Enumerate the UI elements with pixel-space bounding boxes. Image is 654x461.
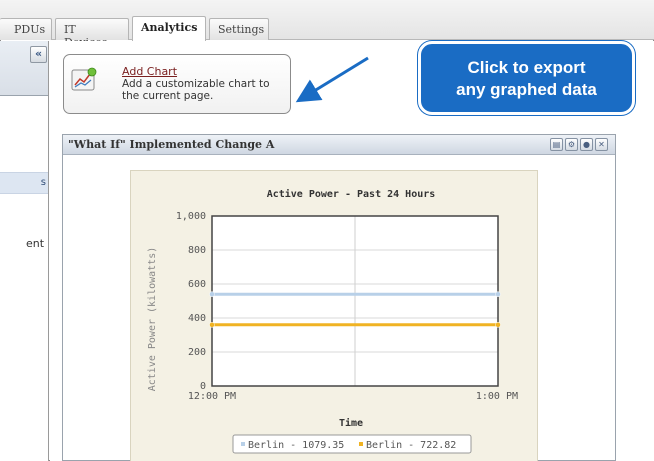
add-chart-link[interactable]: Add Chart bbox=[122, 65, 177, 78]
export-callout: Click to export any graphed data bbox=[418, 41, 635, 115]
active-power-chart: Active Power - Past 24 Hours 02004006008… bbox=[147, 188, 518, 454]
sidebar-item-label: s bbox=[40, 177, 46, 188]
x-axis-label: Time bbox=[339, 417, 363, 429]
sidebar: « s ent bbox=[0, 41, 49, 461]
export-icon[interactable]: ▤ bbox=[550, 138, 563, 151]
legend-swatch bbox=[359, 442, 363, 446]
tab-settings[interactable]: Settings bbox=[209, 18, 269, 40]
y-axis-label: Active Power (kilowatts) bbox=[147, 247, 158, 392]
callout-line-1: Click to export bbox=[467, 58, 586, 77]
chart-container: Active Power - Past 24 Hours 0 200 400 600 8… bbox=[130, 170, 538, 461]
data-point bbox=[495, 322, 501, 328]
chart-legend: Berlin - 1079.35 Berlin - 722.82 bbox=[232, 434, 472, 454]
sidebar-header: « bbox=[0, 41, 48, 96]
tab-it-devices[interactable]: IT Devices bbox=[55, 18, 129, 49]
tab-bar: PDUs IT Devices Analytics Settings bbox=[0, 0, 654, 49]
panel-header: "What If" Implemented Change A ▤ ⚙ ● ✕ bbox=[63, 135, 615, 155]
y-tick-label: 600 bbox=[188, 279, 206, 290]
sidebar-item-label: ent bbox=[26, 237, 45, 250]
close-icon[interactable]: ✕ bbox=[595, 138, 608, 151]
x-tick-label: 12:00 PM bbox=[188, 391, 236, 402]
main-content: Add Chart Add a customizable chart to th… bbox=[50, 41, 654, 461]
data-point bbox=[209, 322, 215, 328]
legend-label: Berlin - 1079.35 bbox=[248, 440, 344, 451]
y-tick-label: 1,000 bbox=[176, 211, 206, 222]
tab-pdus[interactable]: PDUs bbox=[0, 18, 52, 40]
add-chart-icon bbox=[71, 67, 97, 91]
sidebar-item-selected[interactable]: s bbox=[0, 172, 48, 194]
y-tick-label: 200 bbox=[188, 347, 206, 358]
panel-title: "What If" Implemented Change A bbox=[68, 138, 275, 151]
data-point bbox=[495, 291, 501, 297]
y-tick-label: 800 bbox=[188, 245, 206, 256]
settings-icon[interactable]: ⚙ bbox=[565, 138, 578, 151]
add-chart-card[interactable]: Add Chart Add a customizable chart to th… bbox=[63, 54, 291, 114]
collapse-sidebar-button[interactable]: « bbox=[30, 46, 47, 63]
data-point bbox=[209, 291, 215, 297]
chart-title: Active Power - Past 24 Hours bbox=[267, 188, 436, 200]
add-chart-description: Add a customizable chart to the current … bbox=[122, 78, 270, 102]
refresh-icon[interactable]: ● bbox=[580, 138, 593, 151]
chart-panel: "What If" Implemented Change A ▤ ⚙ ● ✕ A… bbox=[62, 134, 616, 461]
y-tick-label: 400 bbox=[188, 313, 206, 324]
legend-label: Berlin - 722.82 bbox=[366, 440, 456, 451]
legend-swatch bbox=[241, 442, 245, 446]
x-tick-label: 1:00 PM bbox=[476, 391, 518, 402]
tab-analytics[interactable]: Analytics bbox=[132, 16, 206, 41]
callout-line-2: any graphed data bbox=[456, 80, 597, 99]
